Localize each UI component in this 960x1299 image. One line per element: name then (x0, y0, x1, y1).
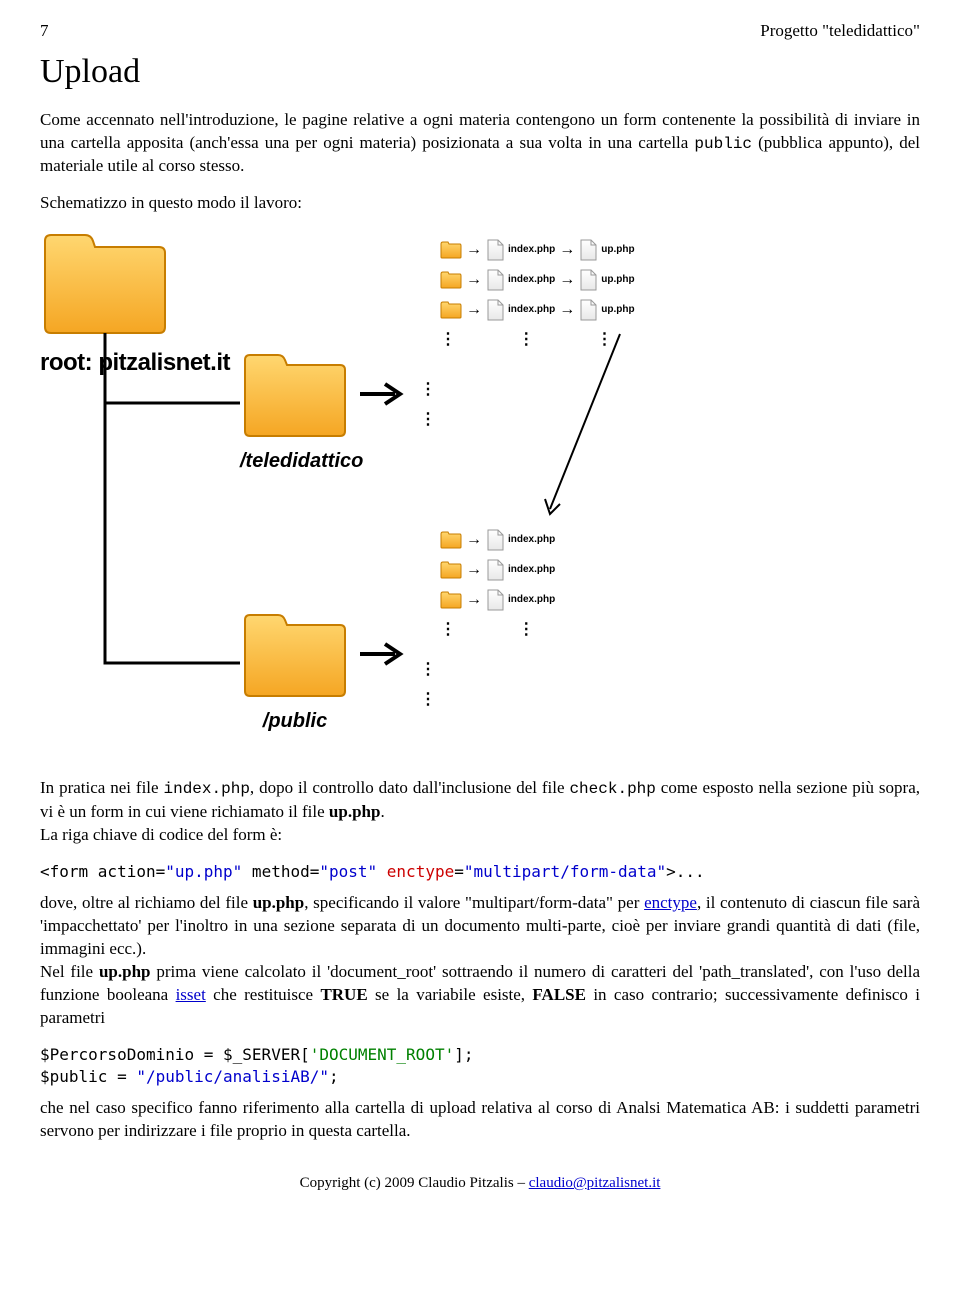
ellipsis: ⋮ (420, 379, 436, 401)
file-icon (486, 559, 504, 581)
link-isset[interactable]: isset (176, 985, 206, 1004)
file-label: index.php (508, 243, 555, 257)
file-label: up.php (601, 243, 634, 257)
schematizzo-label: Schematizzo in questo modo il lavoro: (40, 192, 920, 215)
arrow-icon (355, 639, 415, 669)
ellipsis: ⋮ ⋮ (440, 619, 534, 641)
file-label: index.php (508, 563, 555, 577)
file-label: up.php (601, 273, 634, 287)
file-icon (486, 589, 504, 611)
file-icon (579, 299, 597, 321)
page-number: 7 (40, 20, 49, 43)
doc-title: Progetto "teledidattico" (760, 20, 920, 43)
folder-diagram: root: pitzalisnet.it /teledidattico → in… (40, 229, 920, 759)
folder-icon (440, 301, 462, 319)
file-icon (579, 269, 597, 291)
folder-icon (440, 531, 462, 549)
code-php-vars: $PercorsoDominio = $_SERVER['DOCUMENT_RO… (40, 1044, 920, 1087)
folder-icon (440, 591, 462, 609)
paragraph-cartella: che nel caso specifico fanno riferimento… (40, 1097, 920, 1143)
ellipsis: ⋮ (420, 659, 436, 681)
paragraph-enctype: dove, oltre al richiamo del file up.php,… (40, 892, 920, 1030)
arrow-diagonal (540, 329, 660, 529)
footer-email-link[interactable]: claudio@pitzalisnet.it (529, 1175, 661, 1191)
file-label: index.php (508, 533, 555, 547)
teledidattico-label: /teledidattico (240, 448, 363, 475)
file-label: index.php (508, 593, 555, 607)
ellipsis: ⋮ (420, 409, 436, 431)
folder-icon (440, 271, 462, 289)
file-icon (579, 239, 597, 261)
arrow-icon (355, 379, 415, 409)
footer: Copyright (c) 2009 Claudio Pitzalis – cl… (40, 1173, 920, 1193)
heading-upload: Upload (40, 49, 920, 95)
file-label: up.php (601, 303, 634, 317)
file-icon (486, 299, 504, 321)
file-label: index.php (508, 303, 555, 317)
file-icon (486, 239, 504, 261)
file-label: index.php (508, 273, 555, 287)
file-icon (486, 269, 504, 291)
code-form-tag: <form action="up.php" method="post" enct… (40, 861, 920, 883)
folder-icon (40, 229, 170, 339)
paragraph-index-check: In pratica nei file index.php, dopo il c… (40, 777, 920, 846)
folder-icon (240, 609, 350, 701)
public-label: /public (240, 708, 350, 735)
link-enctype[interactable]: enctype (644, 893, 697, 912)
folder-icon (240, 349, 350, 441)
folder-icon (440, 241, 462, 259)
intro-paragraph: Come accennato nell'introduzione, le pag… (40, 109, 920, 178)
file-icon (486, 529, 504, 551)
ellipsis: ⋮ (420, 689, 436, 711)
folder-icon (440, 561, 462, 579)
